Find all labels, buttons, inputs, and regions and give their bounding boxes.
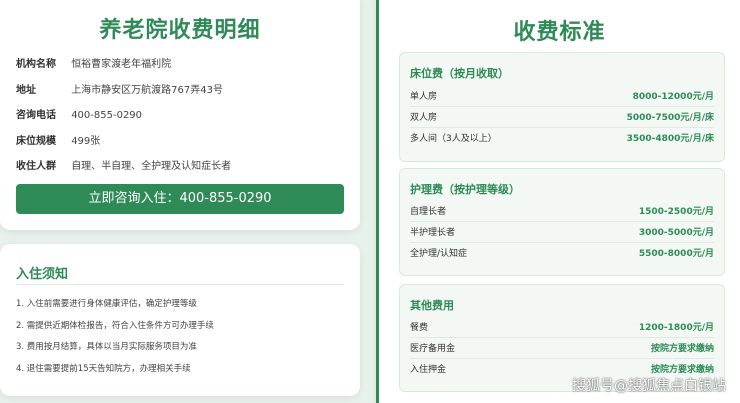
fee-price: 1200-1800元/月 (638, 323, 714, 333)
fee-row: 多人间（3人及以上） 3500-4800元/月/床 (410, 129, 714, 149)
fee-price: 5000-7500元/月/床 (626, 113, 714, 123)
info-value: 恒裕曹家渡老年福利院 (71, 59, 172, 70)
info-row-name: 机构名称 恒裕曹家渡老年福利院 (16, 55, 171, 70)
fee-row: 自理长者 1500-2500元/月 (410, 202, 714, 222)
info-label: 收住人群 (16, 161, 56, 172)
info-label: 地址 (16, 85, 36, 96)
fee-group-title: 床位费（按月收取） (410, 67, 509, 80)
fee-name: 双人房 (410, 113, 438, 123)
info-row-address: 地址 上海市静安区万航渡路767弄43号 (16, 81, 223, 96)
consult-button[interactable]: 立即咨询入住：400-855-0290 (16, 184, 344, 214)
fee-row: 双人房 5000-7500元/月/床 (410, 108, 714, 128)
watermark: 搜狐号@搜狐焦点白银站 (572, 378, 726, 394)
fee-row: 单人房 8000-12000元/月 (410, 87, 714, 107)
info-value: 自理、半自理、全护理及认知症长者 (71, 161, 232, 172)
fee-row: 全护理/认知症 5500-8000元/月 (410, 244, 714, 264)
info-row-phone: 咨询电话 400-855-0290 (16, 106, 142, 121)
fee-price: 1500-2500元/月 (638, 207, 714, 217)
info-label: 床位规模 (16, 136, 56, 147)
info-value: 400-855-0290 (71, 110, 143, 121)
fee-price: 3000-5000元/月 (638, 228, 714, 238)
fees-title: 收费标准 (513, 20, 606, 45)
notice-card: 入住须知 1. 入住前需要进行身体健康评估，确定护理等级 2. 需提供近期体检报… (0, 244, 360, 396)
fee-price: 按院方要求缴纳 (650, 344, 714, 354)
fee-name: 入住押金 (410, 365, 447, 375)
notice-item: 4. 退住需要提前15天告知院方，办理相关手续 (16, 364, 191, 374)
fee-group-care: 护理费（按护理等级） 自理长者 1500-2500元/月 半护理长者 3000-… (399, 168, 725, 276)
notice-item: 3. 费用按月结算，具体以当月实际服务项目为准 (16, 342, 197, 352)
notice-title: 入住须知 (16, 267, 69, 282)
info-value: 499张 (71, 136, 101, 147)
fee-group-title: 护理费（按护理等级） (410, 183, 520, 196)
fee-price: 8000-12000元/月 (632, 92, 714, 102)
fee-name: 餐费 (410, 323, 429, 333)
fee-name: 多人间（3人及以上） (410, 134, 497, 144)
fee-name: 自理长者 (410, 207, 447, 217)
fee-name: 单人房 (410, 92, 438, 102)
info-row-beds: 床位规模 499张 (16, 132, 100, 147)
info-value: 上海市静安区万航渡路767弄43号 (71, 85, 223, 96)
fee-price: 5500-8000元/月 (638, 249, 714, 259)
fee-price: 3500-4800元/月/床 (626, 134, 714, 144)
fee-name: 半护理长者 (410, 228, 456, 238)
fee-group-bed: 床位费（按月收取） 单人房 8000-12000元/月 双人房 5000-750… (399, 52, 725, 162)
info-card: 养老院收费明细 机构名称 恒裕曹家渡老年福利院 地址 上海市静安区万航渡路767… (0, 0, 360, 230)
fee-name: 医疗备用金 (410, 344, 456, 354)
fee-name: 全护理/认知症 (410, 249, 468, 259)
page-title: 养老院收费明细 (99, 18, 261, 43)
notice-item: 1. 入住前需要进行身体健康评估，确定护理等级 (16, 299, 197, 309)
fee-group-title: 其他费用 (410, 299, 454, 312)
info-label: 咨询电话 (16, 110, 56, 121)
fee-row: 医疗备用金 按院方要求缴纳 (410, 339, 714, 359)
info-label: 机构名称 (16, 59, 56, 70)
fee-row: 餐费 1200-1800元/月 (410, 318, 714, 338)
fee-row: 半护理长者 3000-5000元/月 (410, 223, 714, 243)
info-row-residents: 收住人群 自理、半自理、全护理及认知症长者 (16, 157, 231, 172)
notice-divider (16, 284, 344, 285)
fees-card: 收费标准 床位费（按月收取） 单人房 8000-12000元/月 双人房 500… (376, 0, 740, 403)
notice-item: 2. 需提供近期体检报告，符合入住条件方可办理手续 (16, 321, 214, 331)
